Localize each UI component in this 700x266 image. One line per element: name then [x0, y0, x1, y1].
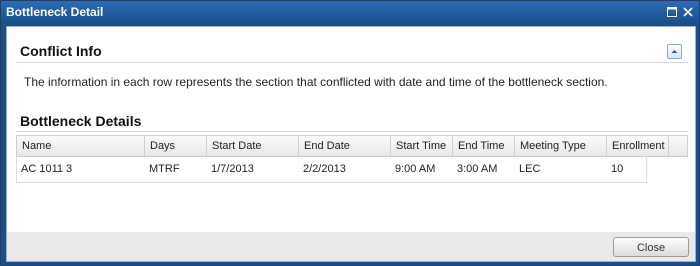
column-header-days[interactable]: Days [145, 136, 207, 156]
column-header-enrollment[interactable]: Enrollment [607, 136, 669, 156]
column-header-meeting-type[interactable]: Meeting Type [515, 136, 607, 156]
conflict-info-title: Conflict Info [20, 43, 102, 59]
close-button[interactable]: Close [613, 237, 689, 257]
conflict-info-description: The information in each row represents t… [24, 75, 608, 89]
section-divider [16, 131, 688, 132]
titlebar[interactable]: Bottleneck Detail [1, 1, 699, 23]
cell-end-time: 3:00 AM [457, 163, 498, 175]
cell-meeting-type: LEC [519, 163, 541, 175]
column-header-end-time[interactable]: End Time [453, 136, 515, 156]
cell-name: AC 1011 3 [21, 163, 73, 175]
chevron-up-icon[interactable] [667, 44, 682, 59]
bottleneck-details-title: Bottleneck Details [20, 113, 142, 129]
cell-days: MTRF [149, 163, 180, 175]
maximize-icon[interactable] [666, 6, 678, 18]
column-header-start-date[interactable]: Start Date [207, 136, 299, 156]
cell-start-time: 9:00 AM [395, 163, 436, 175]
column-header-end-date[interactable]: End Date [299, 136, 391, 156]
dialog-footer: Close [6, 232, 696, 262]
section-divider [16, 62, 688, 63]
grid-header: Name Days Start Date End Date Start Time… [16, 135, 688, 157]
cell-end-date: 2/2/2013 [303, 163, 346, 175]
cell-start-date: 1/7/2013 [211, 163, 254, 175]
table-row[interactable]: AC 1011 3 MTRF 1/7/2013 2/2/2013 9:00 AM… [16, 157, 647, 183]
dialog-window: Bottleneck Detail Conflict Info The info… [0, 0, 700, 266]
cell-enrollment: 10 [611, 163, 624, 175]
column-header-start-time[interactable]: Start Time [391, 136, 453, 156]
column-header-name[interactable]: Name [17, 136, 145, 156]
window-title: Bottleneck Detail [6, 5, 104, 19]
close-icon[interactable] [682, 6, 694, 18]
dialog-content: Conflict Info The information in each ro… [6, 26, 696, 234]
